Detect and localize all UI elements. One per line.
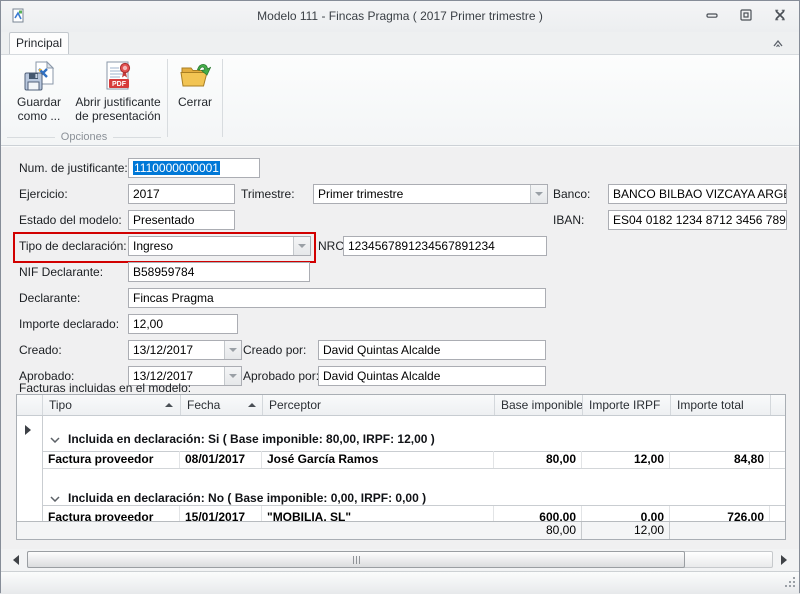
- focused-row-arrow-icon: [25, 425, 31, 435]
- estado-modelo-label: Estado del modelo:: [19, 210, 122, 230]
- ribbon-group-label: Opciones: [55, 131, 113, 143]
- chevron-down-icon[interactable]: [224, 341, 241, 359]
- svg-text:PDF: PDF: [112, 81, 127, 88]
- group-row-incluida-si[interactable]: Incluida en declaración: Si ( Base impon…: [43, 426, 785, 452]
- chevron-down-icon[interactable]: [293, 237, 310, 255]
- creado-por-label: Creado por:: [243, 340, 306, 360]
- abrir-justificante-button[interactable]: PDF Abrir justificante de presentación: [71, 58, 165, 134]
- num-justificante-field[interactable]: 1110000000001: [128, 158, 260, 178]
- facturas-grid: Tipo Fecha Perceptor Base imponible Impo…: [16, 394, 786, 540]
- banco-label: Banco:: [553, 184, 590, 204]
- creado-date-combo[interactable]: 13/12/2017: [128, 340, 242, 360]
- selected-text: 1110000000001: [133, 161, 220, 175]
- banco-field[interactable]: BANCO BILBAO VIZCAYA ARGENTARI: [608, 184, 787, 204]
- ribbon-group-opciones: Opciones: [7, 131, 161, 143]
- summary-base-imponible: 80,00: [494, 522, 582, 539]
- summary-importe-irpf: 12,00: [582, 522, 670, 539]
- scroll-left-icon[interactable]: [8, 552, 24, 567]
- column-header-importe-total[interactable]: Importe total: [670, 395, 770, 415]
- resize-grip[interactable]: [783, 575, 796, 591]
- num-justificante-label: Num. de justificante:: [19, 158, 128, 178]
- button-label-line: de presentación: [75, 109, 160, 123]
- close-folder-icon: [179, 60, 211, 95]
- sort-asc-icon: [248, 403, 256, 407]
- group-row-incluida-no[interactable]: Incluida en declaración: No ( Base impon…: [43, 490, 785, 506]
- importe-declarado-label: Importe declarado:: [19, 314, 119, 334]
- horizontal-scrollbar[interactable]: [1, 549, 799, 571]
- aprobado-por-label: Aprobado por:: [243, 366, 319, 386]
- guardar-como-button[interactable]: Guardar como ...: [9, 58, 69, 134]
- ejercicio-label: Ejercicio:: [19, 184, 68, 204]
- iban-field[interactable]: ES04 0182 1234 8712 3456 7899: [608, 210, 787, 230]
- column-header-filler: [770, 395, 785, 415]
- nif-declarante-label: NIF Declarante:: [19, 262, 103, 282]
- scroll-right-icon[interactable]: [776, 552, 792, 567]
- creado-por-field[interactable]: David Quintas Alcalde: [318, 340, 546, 360]
- table-row[interactable]: Factura proveedor 08/01/2017 José García…: [43, 451, 785, 469]
- pdf-justificante-icon: PDF: [102, 60, 134, 95]
- summary-row: 80,00 12,00: [17, 521, 785, 539]
- nrc-field[interactable]: 1234567891234567891234: [343, 236, 547, 256]
- trimestre-combo[interactable]: Primer trimestre: [313, 184, 548, 204]
- save-as-icon: [23, 60, 55, 95]
- trimestre-label: Trimestre:: [241, 184, 295, 204]
- titlebar: Modelo 111 - Fincas Pragma ( 2017 Primer…: [1, 1, 799, 32]
- aprobado-por-field[interactable]: David Quintas Alcalde: [318, 366, 546, 386]
- statusbar: [1, 571, 799, 594]
- chevron-down-icon[interactable]: [50, 491, 60, 505]
- ribbon: Guardar como ... PDF Abrir justificante …: [1, 54, 799, 146]
- declarante-label: Declarante:: [19, 288, 80, 308]
- button-label-line: Cerrar: [178, 95, 212, 109]
- chevron-down-icon[interactable]: [530, 185, 547, 203]
- tipo-declaracion-label: Tipo de declaración:: [19, 236, 127, 256]
- button-label-line: Guardar: [17, 95, 61, 109]
- ribbon-separator: [222, 59, 223, 137]
- ribbon-tab-row: Principal: [1, 32, 799, 54]
- iban-label: IBAN:: [553, 210, 584, 230]
- tab-principal[interactable]: Principal: [9, 32, 69, 54]
- modelo-111-window: Modelo 111 - Fincas Pragma ( 2017 Primer…: [0, 0, 800, 593]
- column-header-importe-irpf[interactable]: Importe IRPF: [582, 395, 670, 415]
- tipo-declaracion-combo[interactable]: Ingreso: [128, 236, 311, 256]
- ribbon-collapse-icon[interactable]: [771, 37, 785, 49]
- window-controls: [704, 7, 787, 22]
- nif-declarante-field[interactable]: B58959784: [128, 262, 310, 282]
- column-header-base-imponible[interactable]: Base imponible: [494, 395, 582, 415]
- ejercicio-field[interactable]: 2017: [128, 184, 235, 204]
- close-icon[interactable]: [772, 7, 787, 22]
- declarante-field[interactable]: Fincas Pragma: [128, 288, 546, 308]
- sort-asc-icon: [165, 403, 173, 407]
- form-area: Num. de justificante: 1110000000001 Ejer…: [1, 146, 799, 549]
- estado-modelo-field[interactable]: Presentado: [128, 210, 235, 230]
- creado-label: Creado:: [19, 340, 62, 360]
- chevron-down-icon[interactable]: [50, 432, 60, 446]
- restore-icon[interactable]: [738, 7, 753, 22]
- cerrar-button[interactable]: Cerrar: [171, 58, 219, 134]
- minimize-icon[interactable]: [704, 7, 719, 22]
- chevron-down-icon[interactable]: [224, 367, 241, 385]
- table-row[interactable]: Factura proveedor 15/01/2017 "MOBILIA, S…: [43, 506, 785, 521]
- column-header-tipo[interactable]: Tipo: [42, 395, 180, 415]
- ribbon-separator: [167, 59, 168, 137]
- column-header-perceptor[interactable]: Perceptor: [262, 395, 494, 415]
- grid-header: Tipo Fecha Perceptor Base imponible Impo…: [17, 395, 785, 416]
- scrollbar-thumb[interactable]: [27, 551, 685, 568]
- button-label-line: Abrir justificante: [75, 95, 160, 109]
- importe-declarado-field[interactable]: 12,00: [128, 314, 238, 334]
- button-label-line: como ...: [18, 109, 61, 123]
- window-title: Modelo 111 - Fincas Pragma ( 2017 Primer…: [1, 1, 799, 32]
